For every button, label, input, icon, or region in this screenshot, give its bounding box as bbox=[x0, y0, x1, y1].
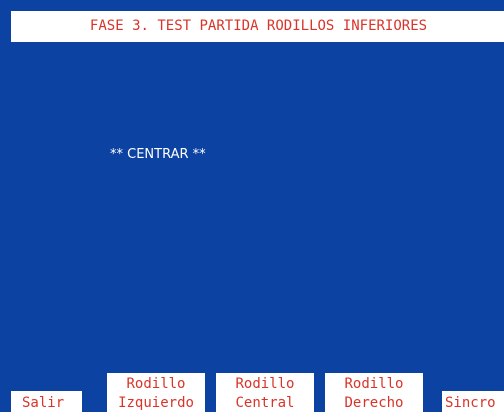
central-roller-label-line2: Central bbox=[235, 395, 295, 411]
sync-button[interactable]: Sincro bbox=[442, 391, 504, 412]
exit-button[interactable]: Salir bbox=[11, 391, 82, 412]
status-message: ** CENTRAR ** bbox=[110, 147, 206, 162]
title-bar: FASE 3. TEST PARTIDA RODILLOS INFERIORES bbox=[11, 11, 504, 42]
right-roller-label-line1: Rodillo bbox=[344, 376, 404, 392]
central-roller-button[interactable]: Rodillo Central bbox=[216, 373, 314, 412]
app-window: { "header": { "title": "FASE 3. TEST PAR… bbox=[0, 0, 504, 412]
left-roller-label-line2: Izquierdo bbox=[118, 395, 194, 411]
left-roller-label-line1: Rodillo bbox=[126, 376, 186, 392]
right-roller-button[interactable]: Rodillo Derecho bbox=[325, 373, 423, 412]
screen-title: FASE 3. TEST PARTIDA RODILLOS INFERIORES bbox=[89, 18, 428, 34]
left-roller-button[interactable]: Rodillo Izquierdo bbox=[107, 373, 205, 412]
right-roller-label-line2: Derecho bbox=[344, 395, 404, 411]
exit-button-label: Salir bbox=[22, 395, 65, 411]
central-roller-label-line1: Rodillo bbox=[235, 376, 295, 392]
sync-button-label: Sincro bbox=[445, 395, 496, 411]
